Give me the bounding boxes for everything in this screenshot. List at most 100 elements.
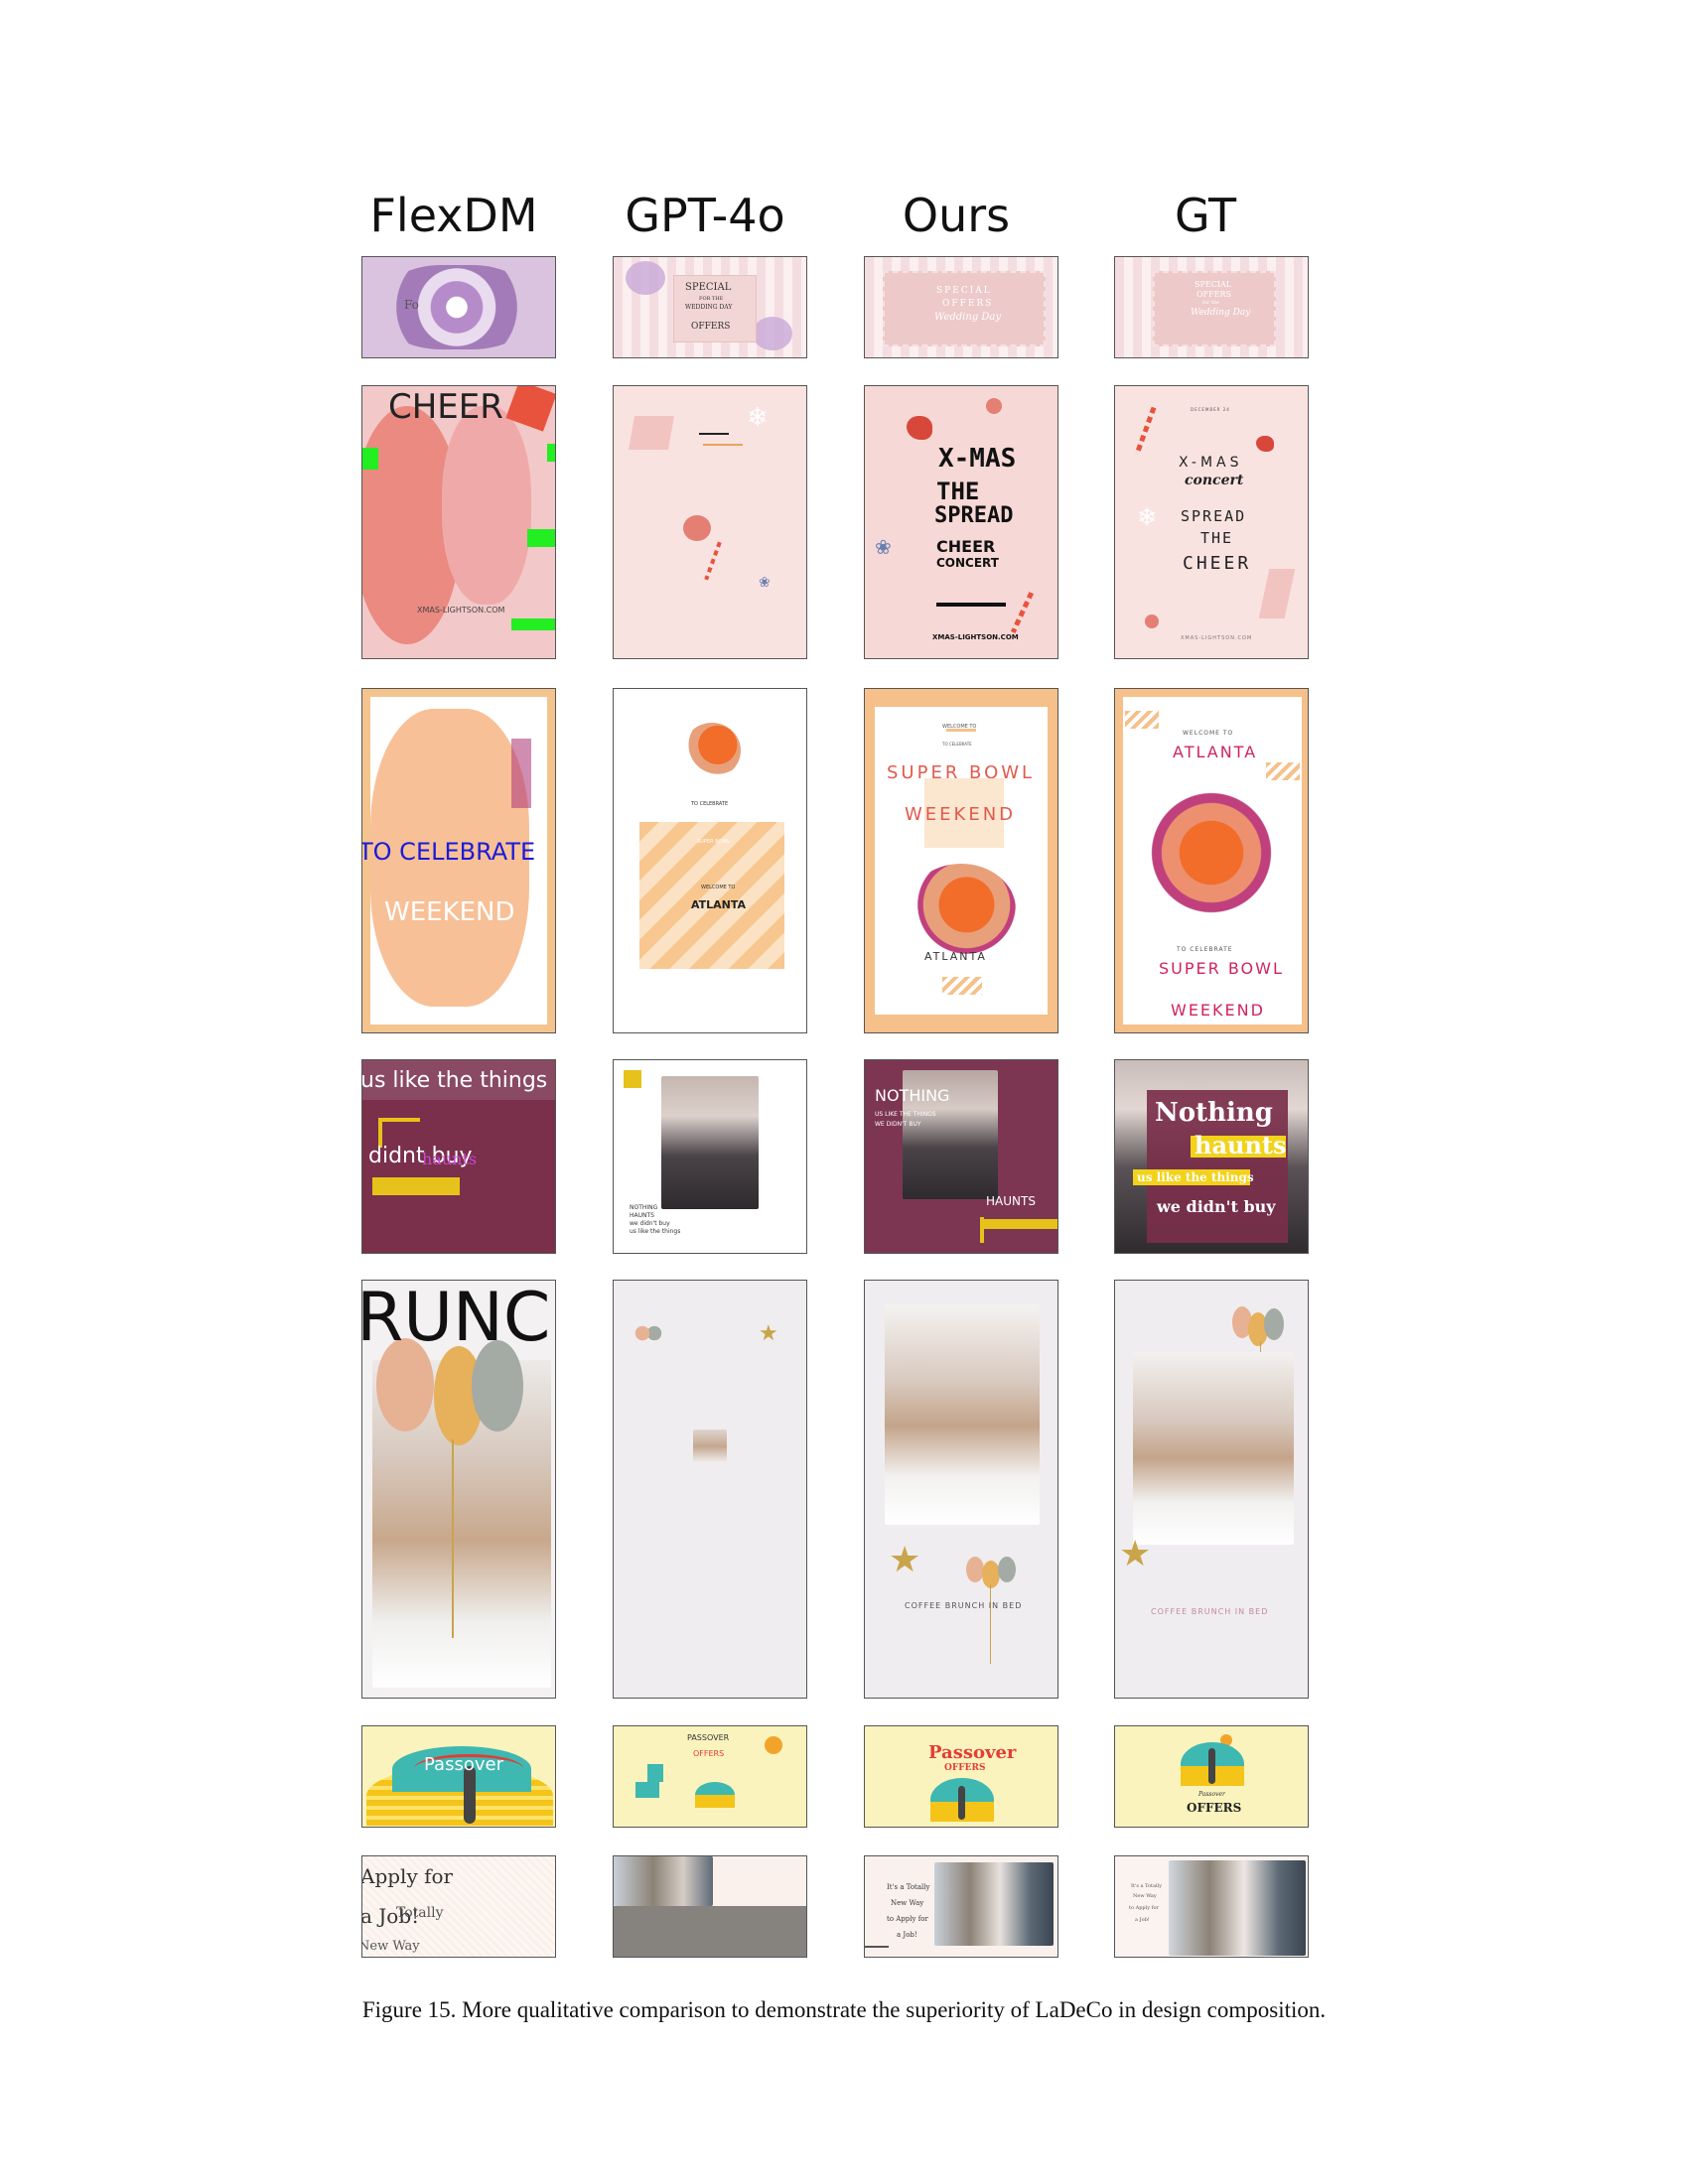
wedding-gpt-tile: SPECIAL FOR THE WEDDING DAY OFFERS [613, 256, 807, 358]
nothing-gpt-didnt: we didn't buy [630, 1220, 670, 1227]
red-dash-line [704, 541, 722, 581]
superbowl-flexdm-tile: TO CELEBRATE WEEKEND [361, 688, 556, 1033]
snowflake-icon: ❄ [1137, 503, 1158, 531]
job-ours-newway: New Way [891, 1899, 924, 1907]
column-header-ours: Ours [902, 189, 1011, 242]
nothing-gpt-things: us like the things [630, 1228, 681, 1235]
passover-ours-passover: Passover [928, 1742, 1017, 1763]
red-dash-line [1010, 592, 1035, 633]
red-dash-line [1134, 406, 1157, 456]
job-flexdm-totally: Totally [396, 1905, 444, 1921]
job-flexdm-newway: New Way [361, 1939, 420, 1954]
passover-gt-passover: Passover [1198, 1791, 1225, 1798]
brunch-ours-tile: ★ COFFEE BRUNCH IN BED [864, 1280, 1058, 1699]
job-ours-totally: It's a Totally [887, 1883, 930, 1891]
star-icon: ★ [1119, 1534, 1152, 1574]
wedding-flexdm-tile: Fo [361, 256, 556, 358]
black-line [699, 433, 729, 435]
brunch-gt-tile: ★ COFFEE BRUNCH IN BED [1114, 1280, 1309, 1699]
book-icon [695, 1782, 735, 1808]
balloon-peach [966, 1557, 984, 1582]
column-header-gt: GT [1174, 189, 1237, 242]
nothing-ours-nothing: NOTHING [875, 1086, 950, 1105]
superbowl-gt-welcome: WELCOME TO [1183, 730, 1234, 737]
berry-branch-icon: ❀ [759, 575, 771, 591]
xmas-flexdm-tile: CHEER XMAS-LIGHTSON.COM [361, 385, 556, 659]
women-photo [1133, 1352, 1294, 1545]
pink-brush-shape [1258, 569, 1296, 618]
brunch-gt-text: COFFEE BRUNCH IN BED [1151, 1607, 1269, 1616]
xmas-gt-xmas: X-MAS [1179, 455, 1243, 471]
sun-icon [765, 1736, 782, 1754]
floral-right-icon [753, 317, 792, 350]
wedding-ours-weddingday: Wedding Day [934, 312, 1002, 323]
xmas-ours-the: THE [936, 478, 980, 505]
wedding-gt-tile: SPECIAL OFFERS for the Wedding Day [1114, 256, 1309, 358]
nothing-gpt-tile: NOTHING HAUNTS we didn't buy us like the… [613, 1059, 807, 1254]
job-gt-totally: It's a Totally [1131, 1883, 1163, 1889]
women-photo [693, 1430, 727, 1463]
green-bar-3 [527, 529, 555, 547]
nothing-gpt-haunts: HAUNTS [630, 1212, 654, 1219]
teal-shape-icon [635, 1782, 659, 1798]
bird-icon [1256, 436, 1274, 452]
wedding-gpt-forthe: FOR THE [699, 296, 724, 302]
xmas-ours-tile: X-MAS THE SPREAD CHEER CONCERT ❀ XMAS-LI… [864, 385, 1058, 659]
green-bar-4 [511, 618, 555, 630]
superbowl-gt-celebrate: TO CELEBRATE [1177, 946, 1233, 953]
balloon-cluster-icon [633, 1322, 663, 1344]
football-splash-icon [907, 864, 1016, 955]
job-gpt-tile [613, 1855, 807, 1958]
star-icon: ★ [889, 1540, 921, 1580]
wedding-flexdm-text: Fo [404, 298, 419, 312]
chevron-icon [1125, 711, 1159, 729]
wedding-gt-offers: OFFERS [1196, 290, 1232, 299]
office-photo [934, 1862, 1054, 1946]
nothing-gt-didnt: we didn't buy [1157, 1197, 1276, 1216]
office-photo [614, 1856, 713, 1906]
floral-left-icon [626, 261, 665, 295]
yellow-frame [980, 1217, 984, 1243]
yellow-bar [372, 1177, 460, 1195]
job-ours-job: a Job! [897, 1931, 917, 1939]
xmas-ours-spread: SPREAD [934, 503, 1014, 528]
brunch-gpt-tile: ★ [613, 1280, 807, 1699]
black-brush-line [936, 603, 1006, 607]
superbowl-gpt-superbowl: SUPER BOWL [697, 839, 731, 845]
passover-flexdm-tile: Passover [361, 1725, 556, 1828]
football-splash-icon [1137, 788, 1286, 917]
superbowl-gpt-celebrate: TO CELEBRATE [691, 801, 729, 807]
brunch-flexdm-tile: RUNC [361, 1280, 556, 1699]
superbowl-flexdm-celebrate: TO CELEBRATE [361, 838, 536, 866]
pink-shape [442, 406, 531, 605]
nothing-ours-didnt: WE DIDN'T BUY [875, 1121, 921, 1128]
pink-brush-shape [629, 416, 674, 450]
orange-blob [986, 398, 1002, 414]
wedding-gpt-special: SPECIAL [685, 282, 732, 293]
grey-block [614, 1906, 806, 1957]
nothing-ours-tile: NOTHING US LIKE THE THINGS WE DIDN'T BUY… [864, 1059, 1058, 1254]
wedding-ours-special: SPECIAL [936, 286, 992, 296]
nothing-gt-things: us like the things [1137, 1170, 1254, 1184]
wedding-gt-weddingday: Wedding Day [1191, 308, 1251, 318]
nothing-gpt-nothing: NOTHING [630, 1204, 658, 1211]
wedding-gpt-offers: OFFERS [691, 322, 731, 332]
woman-photo [661, 1076, 759, 1209]
green-bar-1 [362, 448, 378, 470]
wedding-ours-offers: OFFERS [942, 299, 994, 309]
football-splash-icon [683, 723, 741, 778]
superbowl-ours-tile: WELCOME TO TO CELEBRATE SUPER BOWL WEEKE… [864, 688, 1058, 1033]
job-gt-newway: New Way [1133, 1893, 1157, 1899]
superbowl-ours-weekend: WEEKEND [905, 804, 1017, 825]
wedding-gt-forthe: for the [1202, 300, 1220, 306]
job-ours-tile: It's a Totally New Way to Apply for a Jo… [864, 1855, 1058, 1958]
nothing-flexdm-tile: us like the things didnt buy haunts [361, 1059, 556, 1254]
superbowl-ours-celebrate: TO CELEBRATE [942, 742, 972, 747]
xmas-gt-concert: concert [1185, 473, 1244, 488]
nothing-ours-haunts: HAUNTS [986, 1194, 1036, 1208]
passover-ours-tile: Passover OFFERS [864, 1725, 1058, 1828]
figure-caption: Figure 15. More qualitative comparison t… [361, 1997, 1327, 2022]
brunch-ours-text: COFFEE BRUNCH IN BED [905, 1601, 1023, 1610]
balloon-strings [452, 1439, 454, 1638]
xmas-ours-cheer: CHEER [936, 537, 996, 556]
